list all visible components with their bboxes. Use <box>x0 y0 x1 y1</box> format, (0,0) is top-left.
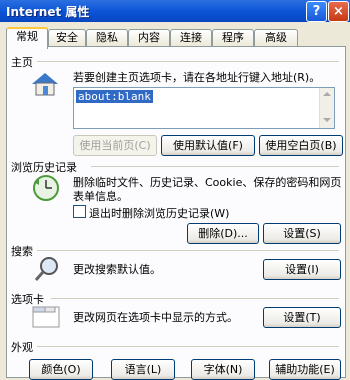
tab-content[interactable]: 内容 <box>128 29 170 46</box>
title-bar: Internet 属性 ? × <box>0 0 350 22</box>
home-address-field[interactable]: about:blank <box>73 87 335 129</box>
close-button[interactable]: × <box>328 1 349 22</box>
use-blank-button[interactable]: 使用空白页(B) <box>259 135 343 156</box>
scroll-up-icon[interactable] <box>323 92 331 96</box>
fonts-button[interactable]: 字体(N) <box>191 359 255 380</box>
address-scrollbar[interactable] <box>319 88 334 128</box>
tabs-description: 更改网页在选项卡中显示的方式。 <box>73 311 238 324</box>
scroll-down-icon[interactable] <box>323 118 331 122</box>
home-divider <box>37 61 339 62</box>
tabs-divider <box>51 298 339 299</box>
appearance-section-title: 外观 <box>11 341 33 354</box>
delete-on-exit-checkbox[interactable] <box>73 205 86 218</box>
accessibility-button[interactable]: 辅助功能(E) <box>269 359 341 380</box>
home-address-value[interactable]: about:blank <box>76 90 153 103</box>
languages-button[interactable]: 语言(L) <box>111 359 175 380</box>
tab-programs[interactable]: 程序 <box>212 29 254 46</box>
tab-connections[interactable]: 连接 <box>170 29 212 46</box>
tab-general[interactable]: 常规 <box>6 27 48 49</box>
use-default-button[interactable]: 使用默认值(F) <box>161 135 255 156</box>
search-settings-button[interactable]: 设置(I) <box>263 259 341 280</box>
delete-on-exit-label[interactable]: 退出时删除浏览历史记录(W) <box>89 205 229 221</box>
tab-security[interactable]: 安全 <box>48 29 86 46</box>
home-section-title: 主页 <box>11 56 33 69</box>
delete-history-button[interactable]: 删除(D)... <box>187 223 259 244</box>
history-divider <box>91 166 339 167</box>
appearance-divider <box>37 346 339 347</box>
home-icon <box>32 73 58 96</box>
window-title: Internet 属性 <box>6 5 90 19</box>
history-settings-button[interactable]: 设置(S) <box>263 223 341 244</box>
search-icon <box>34 257 58 281</box>
help-button[interactable]: ? <box>306 1 327 22</box>
home-description: 若要创建主页选项卡，请在各地址行键入地址(R)。 <box>73 71 321 84</box>
colors-button[interactable]: 颜色(O) <box>29 359 93 380</box>
use-current-button[interactable]: 使用当前页(C) <box>73 135 157 156</box>
tabs-icon <box>32 306 60 328</box>
search-description: 更改搜索默认值。 <box>73 263 161 276</box>
tab-privacy[interactable]: 隐私 <box>86 29 128 46</box>
general-panel: 主页 若要创建主页选项卡，请在各地址行键入地址(R)。 about:blank … <box>6 46 346 380</box>
history-clock-icon <box>33 175 59 201</box>
search-divider <box>37 250 339 251</box>
tab-advanced[interactable]: 高级 <box>254 29 298 46</box>
history-description-line2: 表单信息。 <box>73 190 128 203</box>
search-section-title: 搜索 <box>11 245 33 258</box>
tabs-settings-button[interactable]: 设置(T) <box>263 307 341 328</box>
